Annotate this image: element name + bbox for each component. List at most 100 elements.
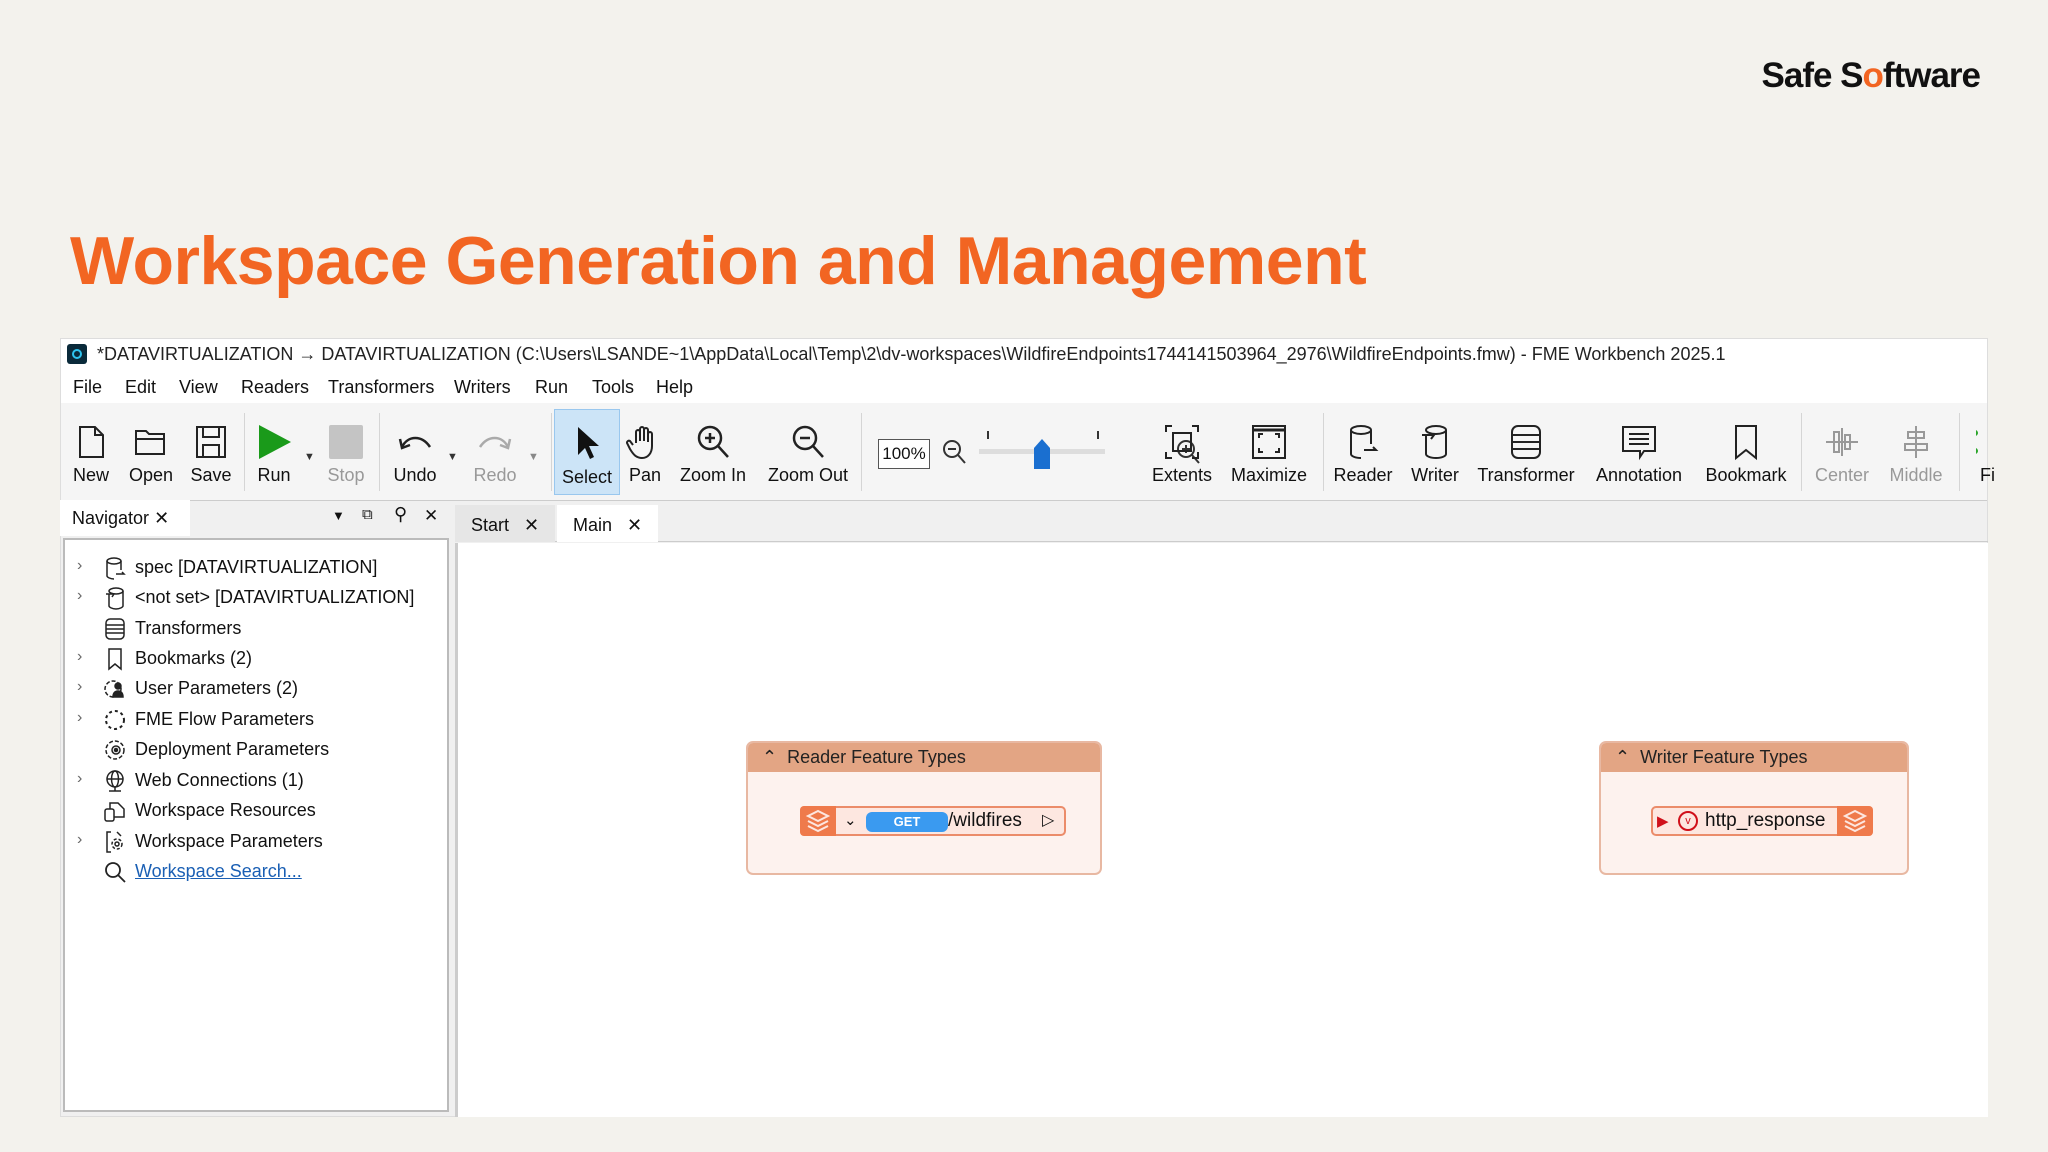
reader-icon: [1350, 425, 1379, 459]
nav-item-writer[interactable]: › <not set> [DATAVIRTUALIZATION]: [65, 584, 445, 614]
stop-icon: [329, 425, 363, 459]
undo-icon: [398, 436, 432, 450]
chevron-right-icon[interactable]: ›: [77, 557, 82, 575]
menu-writers[interactable]: Writers: [454, 377, 511, 398]
layers-icon: [800, 806, 836, 836]
extents-icon: [1165, 425, 1199, 459]
tab-main[interactable]: Main ✕: [557, 505, 659, 542]
float-window-icon[interactable]: ⧉: [362, 506, 373, 523]
bookmark-button[interactable]: Bookmark: [1705, 403, 1787, 501]
annotation-button[interactable]: Annotation: [1596, 403, 1682, 501]
user-gear-icon: [104, 680, 124, 698]
chevron-down-icon[interactable]: ⌄: [844, 811, 857, 829]
save-button[interactable]: Save: [176, 403, 246, 501]
writer-feature-types-box[interactable]: ⌃ Writer Feature Types ▶ v http_response: [1599, 741, 1909, 875]
tab-start[interactable]: Start ✕: [455, 505, 556, 542]
menu-run[interactable]: Run: [535, 377, 568, 398]
chevron-right-icon[interactable]: ›: [77, 678, 82, 696]
chevron-right-icon[interactable]: ›: [77, 648, 82, 666]
hand-icon: [626, 426, 653, 460]
run-button[interactable]: Run: [239, 403, 309, 501]
zoom-out-icon: [792, 425, 824, 458]
menu-file[interactable]: File: [73, 377, 102, 398]
navigator-tab[interactable]: Navigator ✕: [60, 500, 190, 536]
collapse-icon[interactable]: ⌃: [762, 747, 777, 767]
zoom-in-icon: [697, 425, 729, 458]
extents-button[interactable]: Extents: [1147, 403, 1217, 501]
reader-icon: [106, 557, 126, 580]
close-icon[interactable]: ✕: [524, 515, 539, 535]
chevron-circle-icon[interactable]: v: [1678, 811, 1698, 831]
nav-item-bookmarks[interactable]: › Bookmarks (2): [65, 645, 445, 675]
zoom-level-field[interactable]: 100%: [878, 439, 930, 469]
menu-transformers[interactable]: Transformers: [328, 377, 434, 398]
navigator-panel: Navigator ✕ ▼ ⧉ ⚲ ✕ › spec [DATAVIRTUALIZ…: [60, 500, 450, 1112]
close-icon[interactable]: ✕: [627, 515, 642, 535]
maximize-button[interactable]: Maximize: [1231, 403, 1307, 501]
redo-dropdown-icon[interactable]: ▼: [528, 451, 539, 463]
transformer-button[interactable]: Transformer: [1477, 403, 1575, 501]
pin-icon[interactable]: ⚲: [394, 504, 407, 525]
writer-feature-type-http-response[interactable]: ▶ v http_response: [1651, 806, 1873, 836]
bookmark-icon: [108, 648, 122, 671]
menu-edit[interactable]: Edit: [125, 377, 156, 398]
chevron-right-icon[interactable]: ›: [77, 770, 82, 788]
nav-item-reader[interactable]: › spec [DATAVIRTUALIZATION]: [65, 554, 445, 584]
navigator-tree: › spec [DATAVIRTUALIZATION] › <not set> [D…: [63, 538, 449, 1112]
menu-view[interactable]: View: [179, 377, 218, 398]
slide-title: Workspace Generation and Management: [70, 223, 1367, 299]
title-bar: *DATAVIRTUALIZATION → DATAVIRTUALIZATION…: [61, 339, 1987, 369]
collapse-icon[interactable]: ⌃: [1615, 747, 1630, 767]
redo-button[interactable]: Redo: [460, 403, 530, 501]
window-title: *DATAVIRTUALIZATION → DATAVIRTUALIZATION…: [97, 344, 1726, 364]
workspace-canvas[interactable]: ⌃ Reader Feature Types ⌄ GET /wildfires …: [455, 543, 1988, 1117]
feature-caching-icon: [1976, 430, 1978, 454]
play-icon: [259, 425, 291, 459]
chevron-right-icon[interactable]: ›: [77, 831, 82, 849]
menu-readers[interactable]: Readers: [241, 377, 309, 398]
pan-button[interactable]: Pan: [610, 403, 680, 501]
reader-feature-types-box[interactable]: ⌃ Reader Feature Types ⌄ GET /wildfires …: [746, 741, 1102, 875]
resources-icon: [104, 802, 125, 822]
toolbar: New Open Save Run ▼ Stop Undo ▼ Redo ▼ S…: [61, 403, 1995, 501]
reader-feature-type-wildfires[interactable]: ⌄ GET /wildfires ▷: [800, 806, 1066, 836]
zoom-out-small-icon[interactable]: [941, 438, 967, 466]
nav-item-workspace-search[interactable]: Workspace Search...: [65, 858, 445, 888]
menu-tools[interactable]: Tools: [592, 377, 634, 398]
fme-app-icon: [67, 344, 87, 364]
layers-icon: [1837, 806, 1873, 836]
dropdown-icon[interactable]: ▼: [332, 508, 345, 523]
writer-button[interactable]: Writer: [1400, 403, 1470, 501]
transformer-icon: [105, 618, 125, 640]
globe-icon: [106, 770, 124, 792]
document-tabs: Start ✕ Main ✕: [455, 502, 1988, 542]
close-icon[interactable]: ✕: [154, 508, 169, 528]
chevron-right-icon[interactable]: ›: [77, 587, 82, 605]
nav-item-workspace-parameters[interactable]: › Workspace Parameters: [65, 828, 445, 858]
nav-item-workspace-resources[interactable]: Workspace Resources: [65, 797, 445, 827]
zoom-in-button[interactable]: Zoom In: [678, 403, 748, 501]
middle-button[interactable]: Middle: [1881, 403, 1951, 501]
undo-button[interactable]: Undo: [380, 403, 450, 501]
align-center-icon: [1826, 428, 1858, 456]
bookmark-icon: [1735, 425, 1757, 461]
menu-help[interactable]: Help: [656, 377, 693, 398]
align-middle-icon: [1904, 426, 1928, 458]
undo-dropdown-icon[interactable]: ▼: [447, 451, 458, 463]
nav-item-deployment-parameters[interactable]: Deployment Parameters: [65, 736, 445, 766]
input-port-icon[interactable]: ▶: [1657, 812, 1669, 830]
search-icon: [105, 862, 126, 883]
reader-button[interactable]: Reader: [1328, 403, 1398, 501]
zoom-out-button[interactable]: Zoom Out: [768, 403, 848, 501]
stop-button[interactable]: Stop: [311, 403, 381, 501]
nav-item-web-connections[interactable]: › Web Connections (1): [65, 767, 445, 797]
center-button[interactable]: Center: [1807, 403, 1877, 501]
nav-item-transformers[interactable]: Transformers: [65, 615, 445, 645]
nav-item-user-parameters[interactable]: › User Parameters (2): [65, 675, 445, 705]
close-panel-icon[interactable]: ✕: [424, 506, 438, 526]
nav-item-fme-flow-parameters[interactable]: › FME Flow Parameters: [65, 706, 445, 736]
chevron-right-icon[interactable]: ›: [77, 709, 82, 727]
more-toolbar-button[interactable]: Fi: [1976, 403, 1996, 501]
zoom-slider-thumb[interactable]: [1034, 439, 1050, 469]
output-port-icon[interactable]: ▷: [1042, 810, 1054, 830]
